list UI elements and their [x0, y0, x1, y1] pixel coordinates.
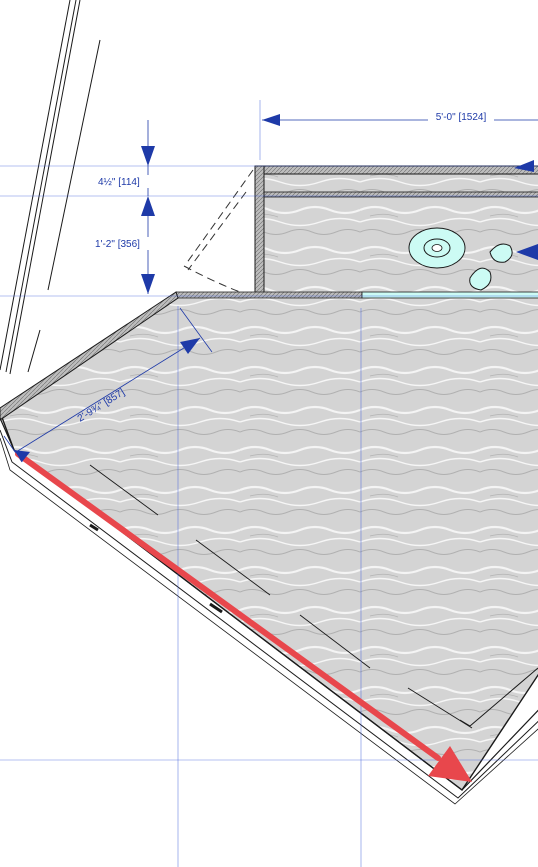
- dimension-width-label: 5'-0" [1524]: [436, 112, 487, 123]
- blue-arrowhead-icon: [141, 146, 155, 166]
- blue-arrowhead-icon: [141, 196, 155, 216]
- plan-drawing: 5'-0" [1524] 4½" [114] 1'-2" [356] 2'-9¾…: [0, 0, 538, 867]
- dimension-width-top: 5'-0" [1524]: [262, 110, 538, 126]
- floor-slab: [0, 291, 538, 805]
- dimension-height-lower-label: 1'-2" [356]: [95, 239, 140, 250]
- dimension-height-upper: 4½" [114]: [96, 120, 158, 216]
- door-swing-outline: [183, 169, 254, 293]
- blue-arrowhead-icon: [141, 274, 155, 294]
- blue-arrowhead-icon: [262, 114, 280, 126]
- dimension-height-upper-label: 4½" [114]: [98, 177, 140, 188]
- dimension-height-lower: 1'-2" [356]: [92, 216, 156, 294]
- glass-panel-lines: [0, 0, 101, 375]
- back-wall: [254, 165, 538, 297]
